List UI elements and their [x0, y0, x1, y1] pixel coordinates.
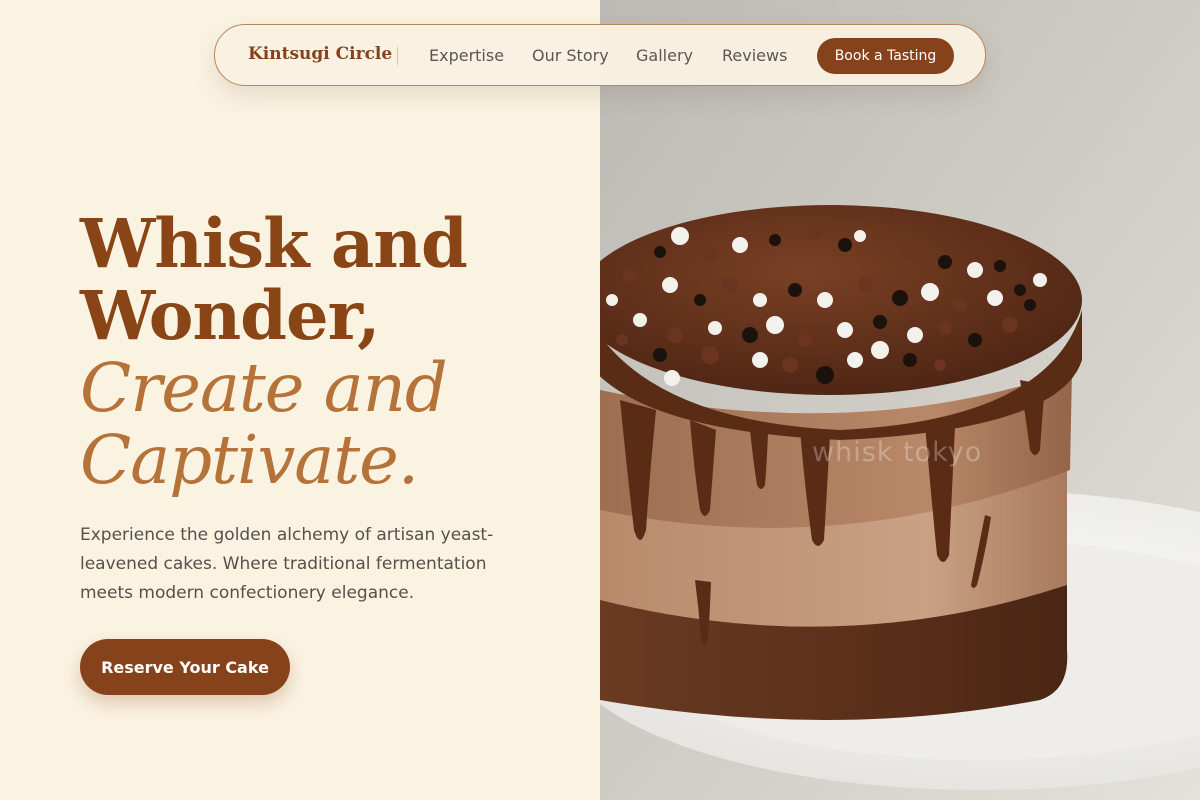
nav-divider: [397, 47, 398, 65]
nav-link-expertise[interactable]: Expertise: [429, 46, 504, 65]
hero-title-line-2: Wonder,: [80, 276, 380, 355]
reserve-cake-button[interactable]: Reserve Your Cake: [80, 639, 290, 695]
image-watermark: whisk tokyo: [812, 437, 983, 468]
chocolate-drip-cake-photo-icon: [600, 0, 1200, 800]
top-navigation: Kintsugi Circle Expertise Our Story Gall…: [214, 24, 986, 86]
hero-title-line-3: Create and: [80, 349, 448, 427]
hero-title: Whisk and Wonder, Create and Captivate.: [80, 204, 580, 499]
hero-title-line-4: Captivate.: [80, 421, 419, 499]
hero-section: Whisk and Wonder, Create and Captivate. …: [0, 0, 600, 800]
nav-link-reviews[interactable]: Reviews: [722, 46, 787, 65]
nav-link-our-story[interactable]: Our Story: [532, 46, 609, 65]
nav-link-gallery[interactable]: Gallery: [636, 46, 693, 65]
book-tasting-button[interactable]: Book a Tasting: [817, 38, 954, 74]
hero-title-line-1: Whisk and: [80, 204, 468, 283]
hero-description: Experience the golden alchemy of artisan…: [80, 525, 494, 603]
brand-logo[interactable]: Kintsugi Circle: [248, 44, 392, 64]
hero-cake-image: [600, 0, 1200, 800]
